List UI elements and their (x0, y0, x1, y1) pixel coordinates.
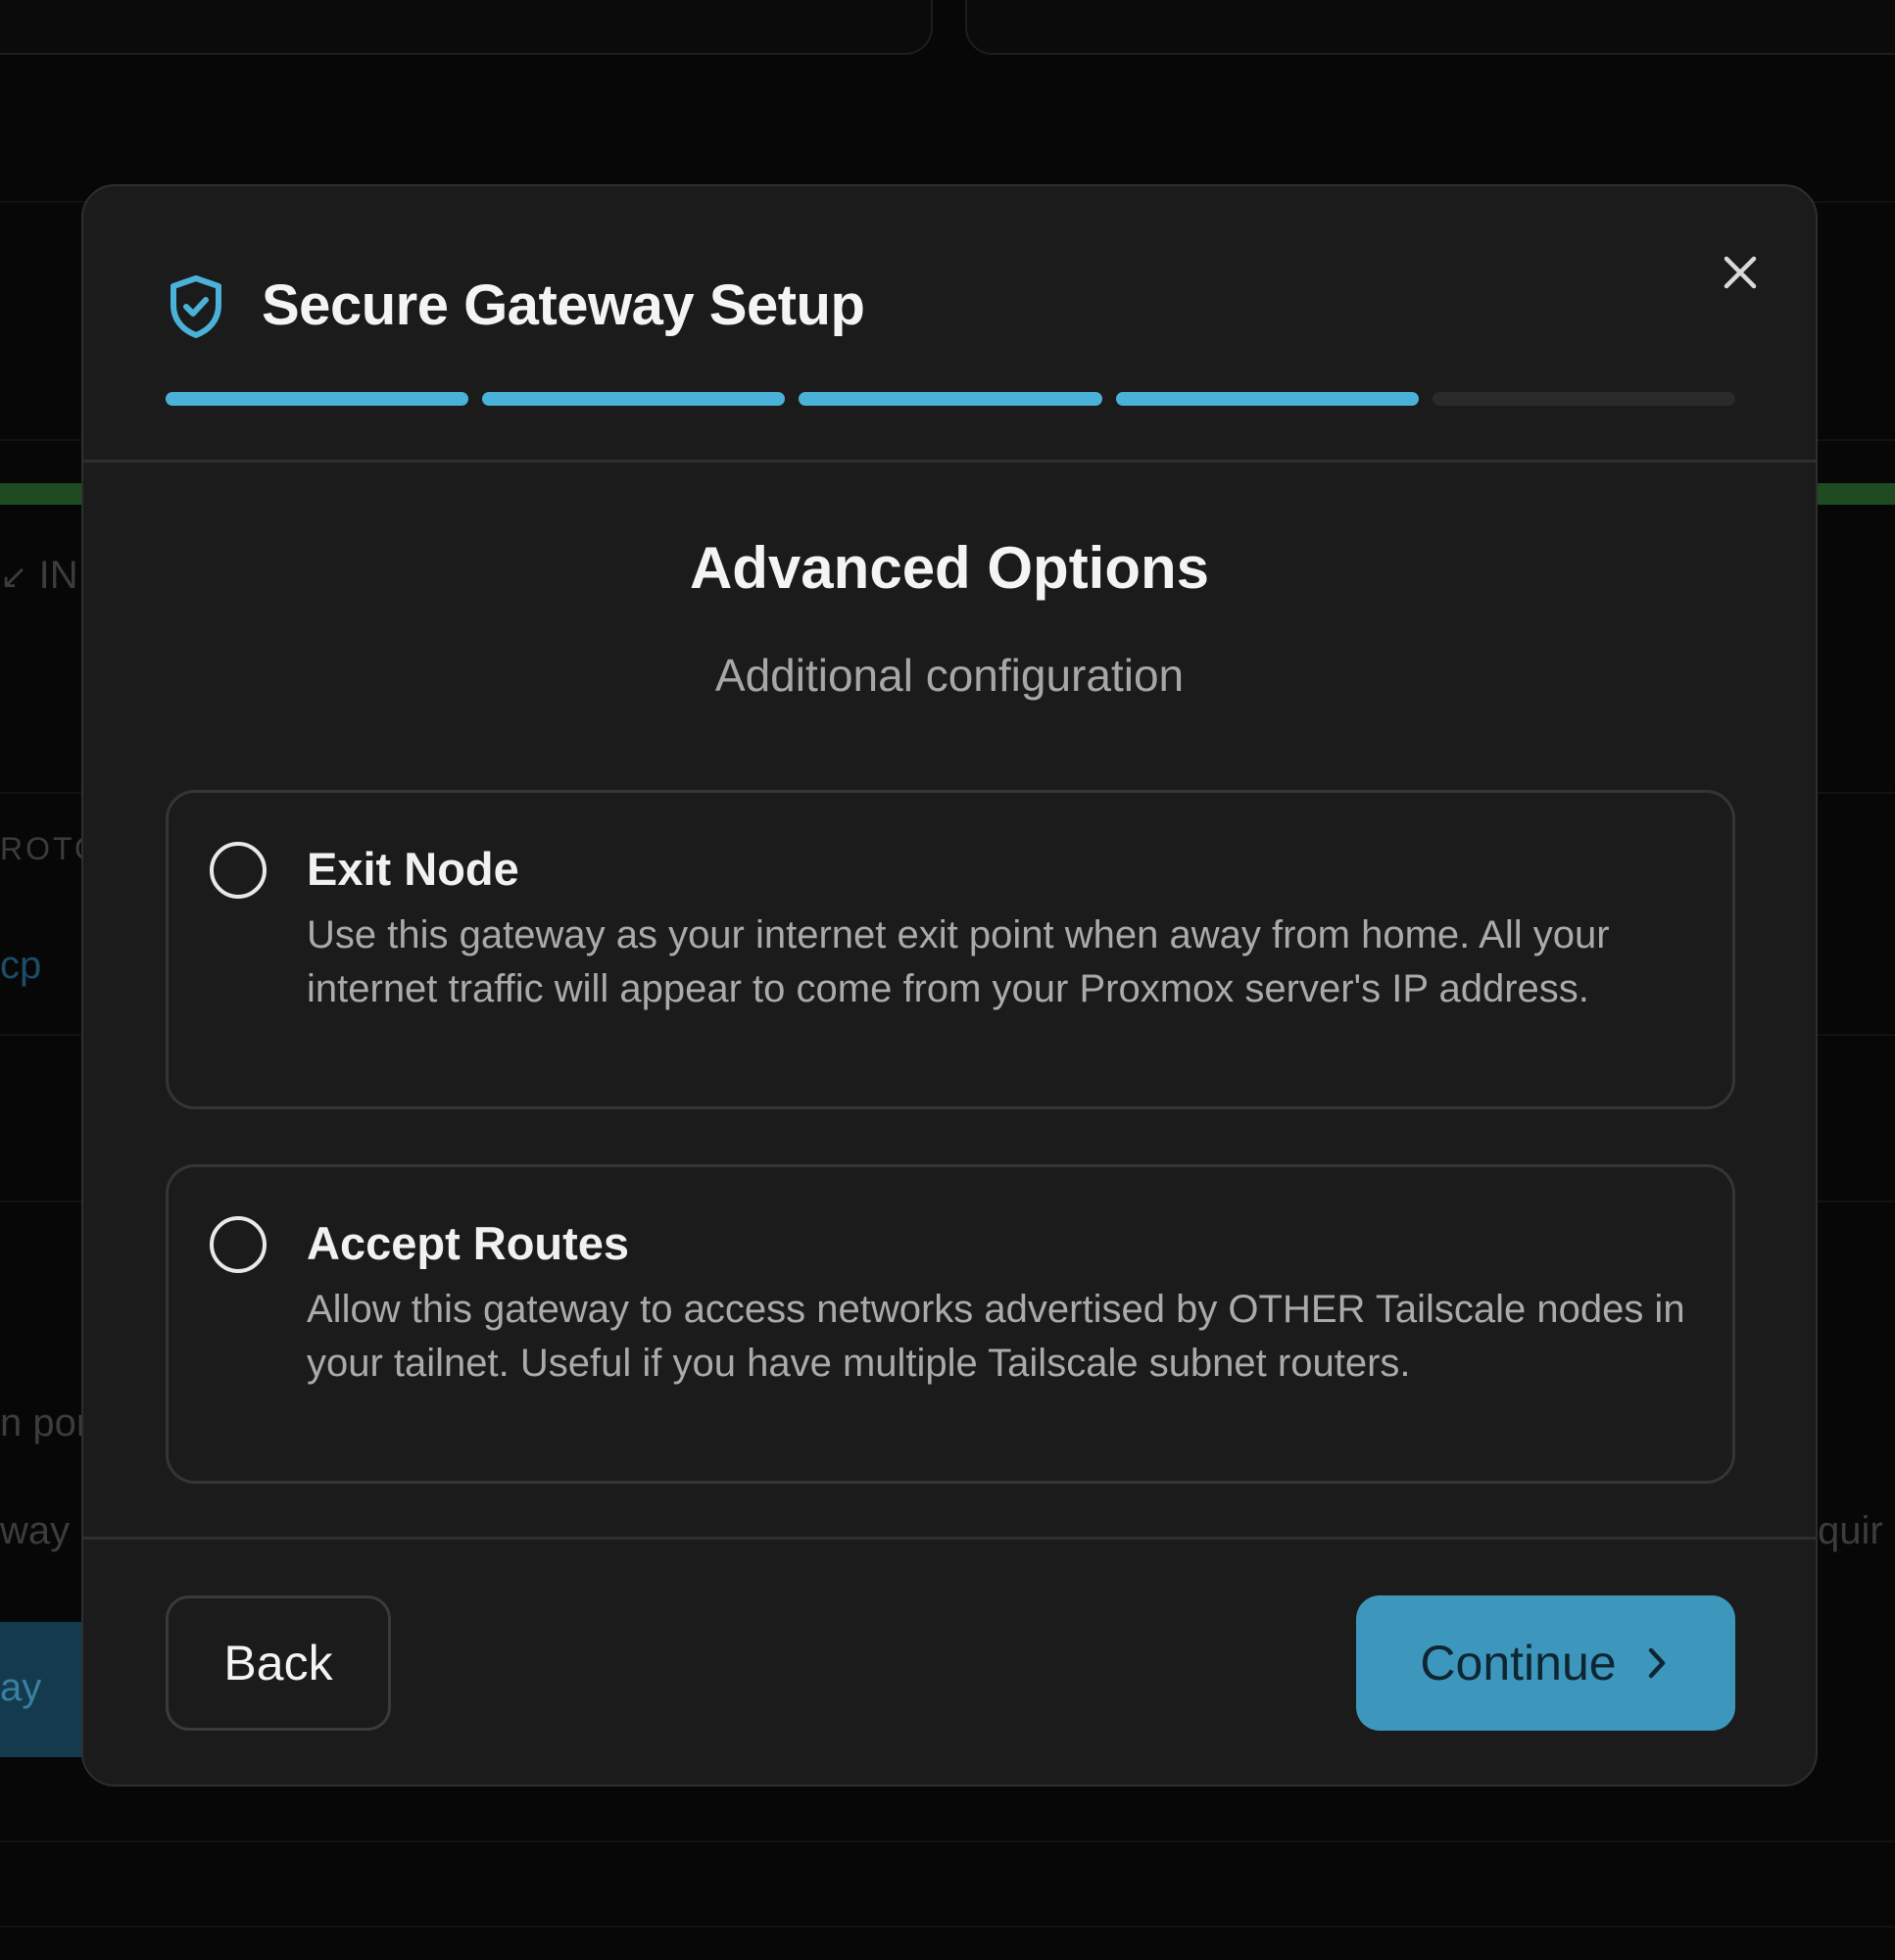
close-icon[interactable] (1715, 247, 1766, 298)
progress-step-5 (1432, 392, 1736, 406)
setup-dialog: Secure Gateway Setup Advanced Options Ad… (81, 184, 1818, 1787)
option-accept-routes[interactable]: Accept Routes Allow this gateway to acce… (166, 1164, 1735, 1484)
footer-divider (83, 1537, 1816, 1540)
background-link: cp (0, 944, 42, 987)
option-description: Use this gateway as your internet exit p… (307, 913, 1610, 1010)
step-title: Advanced Options (689, 535, 1210, 601)
progress-step-2 (482, 392, 786, 406)
background-text: ↙ IN (0, 554, 78, 597)
back-button[interactable]: Back (166, 1595, 391, 1731)
background-button-label: ay (0, 1666, 42, 1709)
background-text: n por (0, 1401, 90, 1445)
progress-step-1 (166, 392, 469, 406)
dialog-header: Secure Gateway Setup (83, 186, 1816, 463)
continue-button[interactable]: Continue (1356, 1595, 1735, 1731)
shield-check-icon (170, 275, 221, 338)
continue-button-label: Continue (1420, 1636, 1617, 1690)
exit-node-checkbox[interactable] (210, 842, 267, 899)
option-title: Accept Routes (307, 1217, 630, 1269)
progress-step-3 (799, 392, 1102, 406)
accept-routes-checkbox[interactable] (210, 1216, 267, 1273)
step-subtitle: Additional configuration (714, 650, 1185, 701)
background-card (0, 0, 933, 55)
chevron-right-icon (1648, 1647, 1665, 1679)
back-button-label: Back (223, 1636, 333, 1690)
option-description: Allow this gateway to access networks ad… (307, 1288, 1685, 1385)
background-divider (0, 1926, 1895, 1928)
option-title: Exit Node (307, 843, 519, 895)
background-text: way (0, 1509, 71, 1552)
background-divider (0, 1840, 1895, 1842)
dialog-title: Secure Gateway Setup (262, 273, 865, 337)
background-text: quir (1818, 1509, 1883, 1552)
option-exit-node[interactable]: Exit Node Use this gateway as your inter… (166, 790, 1735, 1109)
progress-step-4 (1115, 392, 1419, 406)
step-progress (166, 392, 1736, 406)
background-card (965, 0, 1895, 55)
